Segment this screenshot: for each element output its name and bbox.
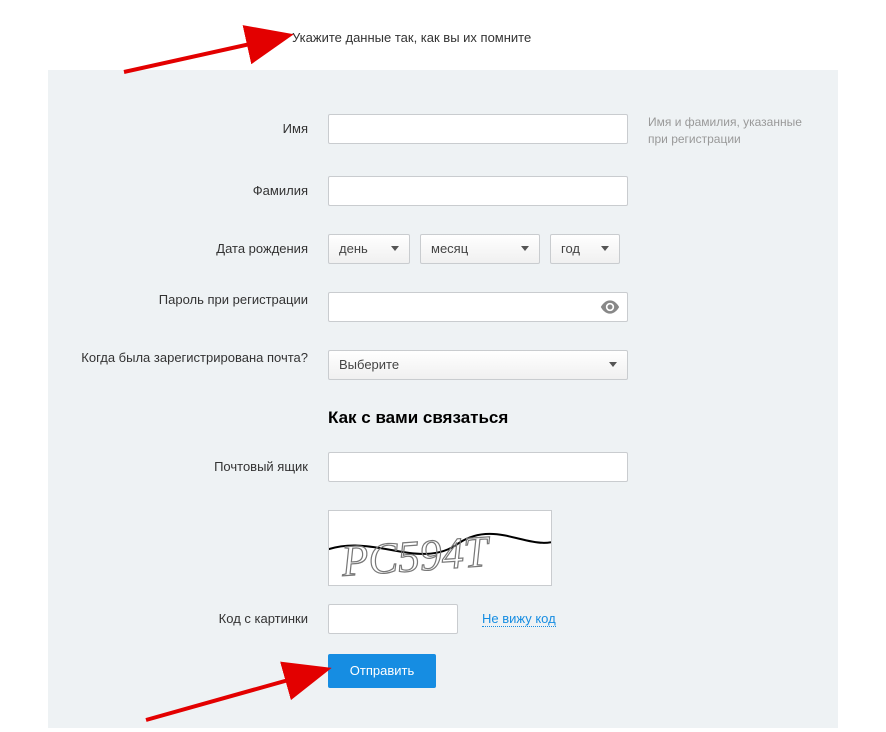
mailbox-label: Почтовый ящик — [48, 452, 328, 474]
last-name-input[interactable] — [328, 176, 628, 206]
svg-text:PC594T: PC594T — [339, 526, 493, 585]
dob-day-text: день — [339, 241, 368, 256]
captcha-code-label: Код с картинки — [48, 604, 328, 626]
chevron-down-icon — [609, 362, 617, 367]
dob-month-dropdown[interactable]: месяц — [420, 234, 540, 264]
password-input[interactable] — [328, 292, 628, 322]
captcha-refresh-link[interactable]: Не вижу код — [482, 611, 556, 627]
dob-day-dropdown[interactable]: день — [328, 234, 410, 264]
captcha-code-input[interactable] — [328, 604, 458, 634]
password-label: Пароль при регистрации — [48, 292, 328, 307]
page-heading: Укажите данные так, как вы их помните — [0, 0, 886, 45]
eye-icon[interactable] — [600, 300, 620, 314]
first-name-input[interactable] — [328, 114, 628, 144]
dob-label: Дата рождения — [48, 234, 328, 256]
dob-year-dropdown[interactable]: год — [550, 234, 620, 264]
registered-when-label: Когда была зарегистрирована почта? — [48, 350, 328, 365]
registered-when-dropdown[interactable]: Выберите — [328, 350, 628, 380]
captcha-image: PC594T — [328, 510, 552, 586]
form-panel: Имя Имя и фамилия, указанные при регистр… — [48, 70, 838, 728]
last-name-label: Фамилия — [48, 176, 328, 198]
first-name-hint: Имя и фамилия, указанные при регистрации — [628, 114, 818, 148]
contact-heading: Как с вами связаться — [328, 408, 838, 428]
dob-year-text: год — [561, 241, 580, 256]
registered-when-text: Выберите — [339, 357, 399, 372]
chevron-down-icon — [391, 246, 399, 251]
first-name-label: Имя — [48, 114, 328, 136]
submit-button[interactable]: Отправить — [328, 654, 436, 688]
chevron-down-icon — [601, 246, 609, 251]
chevron-down-icon — [521, 246, 529, 251]
mailbox-input[interactable] — [328, 452, 628, 482]
dob-month-text: месяц — [431, 241, 468, 256]
